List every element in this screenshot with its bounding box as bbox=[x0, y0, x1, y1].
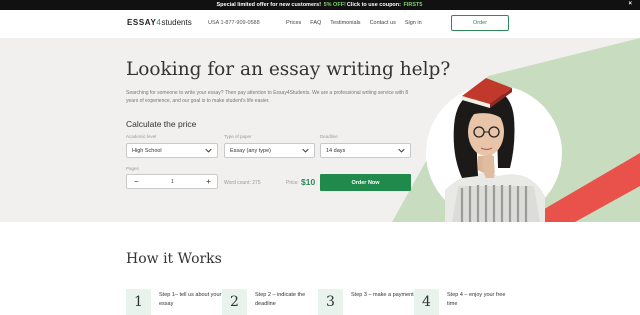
deadline-value: 14 days bbox=[326, 147, 346, 154]
logo-tail: students bbox=[161, 18, 192, 27]
hero-section: Looking for an essay writing help? Searc… bbox=[0, 38, 640, 222]
step-number: 2 bbox=[222, 289, 247, 315]
promo-cta-text: Click to use coupon: bbox=[346, 2, 401, 8]
calculator-title: Calculate the price bbox=[126, 119, 197, 129]
promo-bar[interactable]: Special limited offer for new customers!… bbox=[0, 0, 640, 10]
pages-stepper: − 1 + bbox=[126, 174, 218, 189]
order-button[interactable]: Order bbox=[451, 15, 509, 31]
logo-text: ESSAY bbox=[127, 18, 157, 27]
order-now-button[interactable]: Order Now bbox=[320, 174, 411, 191]
promo-discount: 5% OFF! bbox=[323, 2, 346, 8]
step-text: Step 2 – indicate the deadline bbox=[255, 292, 306, 307]
academic-level-select[interactable]: High School bbox=[126, 143, 218, 158]
how-it-works-title: How it Works bbox=[126, 251, 222, 267]
academic-level-label: Academic level bbox=[126, 134, 157, 139]
nav-faq[interactable]: FAQ bbox=[310, 20, 321, 26]
hero-title: Looking for an essay writing help? bbox=[126, 59, 451, 80]
pages-label: Pages bbox=[126, 166, 139, 171]
step-number: 3 bbox=[318, 289, 343, 315]
academic-level-value: High School bbox=[132, 147, 162, 154]
word-count: Word count: 275 bbox=[224, 180, 261, 186]
logo[interactable]: ESSAY4students bbox=[127, 18, 192, 27]
step-text: Step 4 – enjoy your free time bbox=[447, 292, 506, 307]
nav-testimonials[interactable]: Testimonials bbox=[330, 20, 360, 26]
price-label: Price: bbox=[286, 180, 299, 186]
increment-button[interactable]: + bbox=[206, 176, 211, 186]
decrement-button[interactable]: − bbox=[134, 177, 139, 186]
type-of-paper-select[interactable]: Essay (any type) bbox=[224, 143, 315, 158]
hero-description: Searching for someone to write your essa… bbox=[126, 90, 409, 104]
promo-text: Special limited offer for new customers! bbox=[216, 2, 322, 8]
chevron-down-icon bbox=[205, 148, 212, 153]
deadline-select[interactable]: 14 days bbox=[320, 143, 411, 158]
nav-prices[interactable]: Prices bbox=[286, 20, 301, 26]
nav-sign-in[interactable]: Sign in bbox=[405, 20, 422, 26]
promo-coupon: FIRST5 bbox=[403, 2, 423, 8]
type-of-paper-label: Type of paper bbox=[224, 134, 252, 139]
type-of-paper-value: Essay (any type) bbox=[230, 147, 271, 154]
chevron-down-icon bbox=[398, 148, 405, 153]
phone-number[interactable]: USA 1-877-909-0588 bbox=[208, 20, 260, 26]
step-text: Step 1– tell us about your essay bbox=[159, 292, 222, 307]
price-value: $10 bbox=[301, 177, 316, 187]
close-icon[interactable]: × bbox=[628, 1, 632, 7]
nav-contact-us[interactable]: Contact us bbox=[370, 20, 396, 26]
step-number: 4 bbox=[414, 289, 439, 315]
chevron-down-icon bbox=[302, 148, 309, 153]
step-number: 1 bbox=[126, 289, 151, 315]
deadline-label: Deadline bbox=[320, 134, 338, 139]
main-nav: Prices FAQ Testimonials Contact us Sign … bbox=[286, 20, 422, 26]
step-text: Step 3 – make a payment bbox=[351, 292, 414, 298]
site-header: ESSAY4students USA 1-877-909-0588 Prices… bbox=[0, 10, 640, 38]
pages-value[interactable]: 1 bbox=[171, 179, 174, 185]
